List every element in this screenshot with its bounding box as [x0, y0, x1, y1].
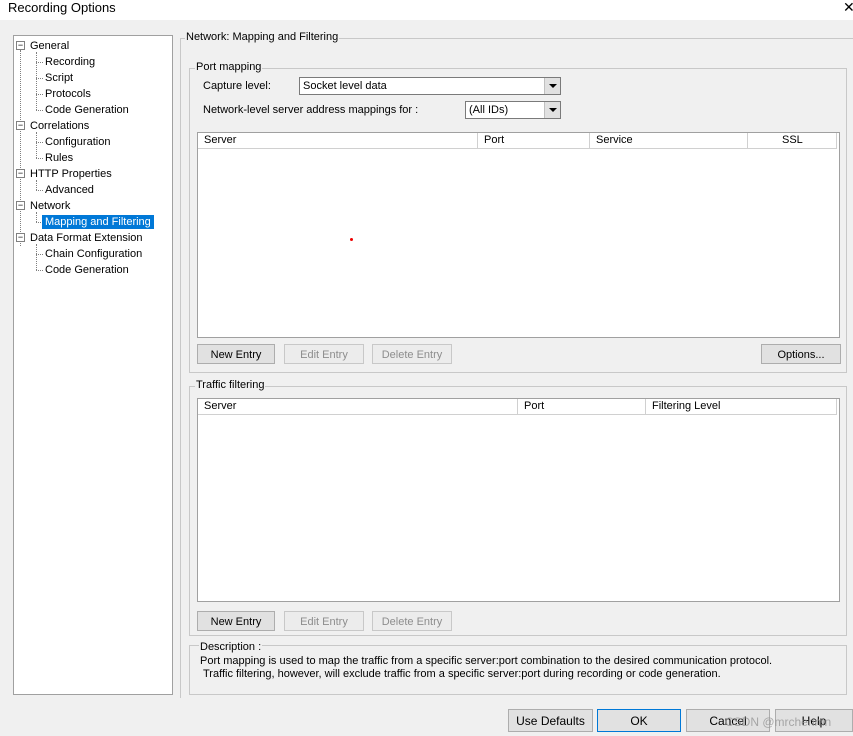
tree-item-rules[interactable]: Rules	[45, 151, 73, 165]
tree-connector	[36, 110, 43, 111]
tree-item-protocols[interactable]: Protocols	[45, 87, 91, 101]
red-marker-dot	[350, 238, 353, 241]
tree-item-recording[interactable]: Recording	[45, 55, 95, 69]
tree-item-data-format-extension[interactable]: Data Format Extension	[30, 231, 143, 245]
chevron-down-icon[interactable]	[544, 78, 560, 94]
column-header-port[interactable]: Port	[478, 133, 590, 149]
tree-connector	[36, 180, 37, 190]
panel-title: Network: Mapping and Filtering	[185, 31, 340, 44]
tree-item-script[interactable]: Script	[45, 71, 73, 85]
tree-connector	[36, 132, 37, 158]
window-title: Recording Options	[8, 0, 116, 15]
title-bar: Recording Options ✕	[0, 0, 853, 20]
traffic-filtering-label: Traffic filtering	[195, 379, 266, 392]
filter-delete-entry-button[interactable]: Delete Entry	[372, 611, 452, 631]
tree-item-mapping-and-filtering[interactable]: Mapping and Filtering	[42, 215, 154, 229]
tree-connector	[36, 212, 37, 222]
port-new-entry-button[interactable]: New Entry	[197, 344, 275, 364]
tree-item-correlations[interactable]: Correlations	[30, 119, 89, 133]
tree-item-advanced[interactable]: Advanced	[45, 183, 94, 197]
column-header-server[interactable]: Server	[198, 133, 478, 149]
collapse-icon[interactable]: −	[16, 233, 25, 242]
tree-connector	[36, 254, 43, 255]
description-label: Description :	[199, 641, 263, 654]
column-header-filtering-level[interactable]: Filtering Level	[646, 399, 837, 415]
tree-item-code-generation[interactable]: Code Generation	[45, 103, 129, 117]
ok-button[interactable]: OK	[597, 709, 681, 732]
tree-connector	[36, 270, 43, 271]
filter-new-entry-button[interactable]: New Entry	[197, 611, 275, 631]
collapse-icon[interactable]: −	[16, 121, 25, 130]
watermark: CSDN @mrchenmn	[725, 715, 832, 729]
capture-level-label: Capture level:	[203, 80, 271, 92]
capture-level-value: Socket level data	[303, 80, 387, 92]
tree-item-network[interactable]: Network	[30, 199, 70, 213]
description-line-1: Port mapping is used to map the traffic …	[200, 655, 773, 667]
tree-item-general[interactable]: General	[30, 39, 69, 53]
column-header-server[interactable]: Server	[198, 399, 518, 415]
chevron-down-icon[interactable]	[544, 102, 560, 118]
collapse-icon[interactable]: −	[16, 169, 25, 178]
server-mapping-label: Network-level server address mappings fo…	[203, 104, 419, 116]
port-mapping-label: Port mapping	[195, 61, 263, 74]
port-edit-entry-button[interactable]: Edit Entry	[284, 344, 364, 364]
tree-item-code-generation-2[interactable]: Code Generation	[45, 263, 129, 277]
tree-item-configuration[interactable]: Configuration	[45, 135, 110, 149]
collapse-icon[interactable]: −	[16, 201, 25, 210]
tree-connector	[36, 142, 43, 143]
port-mapping-list[interactable]: Server Port Service SSL	[197, 132, 840, 338]
tree-connector	[36, 78, 43, 79]
options-tree[interactable]: − − − − − General Recording Script Proto…	[13, 35, 173, 695]
server-mapping-value: (All IDs)	[469, 104, 509, 116]
port-delete-entry-button[interactable]: Delete Entry	[372, 344, 452, 364]
use-defaults-button[interactable]: Use Defaults	[508, 709, 593, 732]
description-line-2: Traffic filtering, however, will exclude…	[203, 668, 721, 680]
collapse-icon[interactable]: −	[16, 41, 25, 50]
tree-connector	[36, 244, 37, 270]
column-header-ssl[interactable]: SSL	[748, 133, 837, 149]
server-mapping-select[interactable]: (All IDs)	[465, 101, 561, 119]
tree-connector	[36, 190, 43, 191]
close-icon[interactable]: ✕	[843, 0, 853, 15]
options-button[interactable]: Options...	[761, 344, 841, 364]
filter-edit-entry-button[interactable]: Edit Entry	[284, 611, 364, 631]
tree-connector	[20, 50, 21, 246]
tree-connector	[36, 94, 43, 95]
column-header-service[interactable]: Service	[590, 133, 748, 149]
tree-connector	[36, 52, 37, 110]
tree-connector	[36, 62, 43, 63]
tree-item-http-properties[interactable]: HTTP Properties	[30, 167, 112, 181]
traffic-filtering-list[interactable]: Server Port Filtering Level	[197, 398, 840, 602]
tree-connector	[36, 158, 43, 159]
tree-item-chain-configuration[interactable]: Chain Configuration	[45, 247, 142, 261]
column-header-port[interactable]: Port	[518, 399, 646, 415]
capture-level-select[interactable]: Socket level data	[299, 77, 561, 95]
